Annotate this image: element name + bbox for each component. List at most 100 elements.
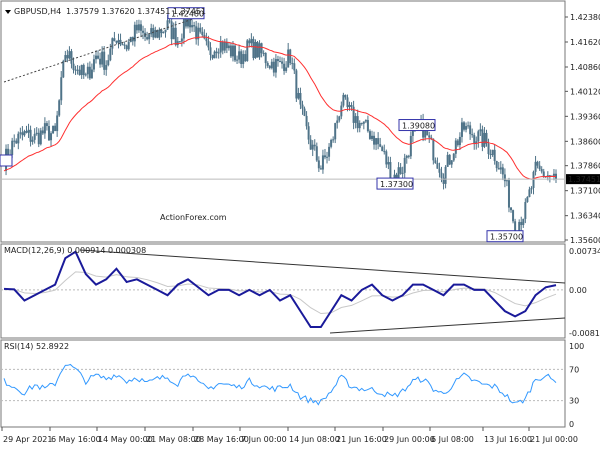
candle-body [477, 131, 480, 142]
candle-body [246, 40, 249, 62]
candle-body [276, 59, 279, 62]
candle-body [23, 131, 26, 136]
candle-body [524, 202, 527, 219]
candle-body [219, 41, 222, 53]
candle-body [229, 45, 232, 57]
x-tick-label: 14 Jun 08:00 [289, 435, 340, 444]
candle-body [528, 189, 531, 198]
candle-body [17, 133, 20, 144]
candle-body [113, 38, 116, 42]
candle-body [25, 131, 28, 133]
candle-body [479, 129, 482, 132]
candle-body [368, 131, 371, 139]
candle-body [381, 146, 384, 152]
candle-body [379, 144, 382, 147]
candle-body [58, 100, 61, 116]
candle-body [473, 135, 476, 144]
candle-body [258, 43, 261, 58]
candle-body [366, 120, 369, 132]
rsi-line [3, 363, 557, 406]
candle-body [438, 168, 441, 173]
candle-body [62, 60, 65, 78]
candle-body [199, 27, 202, 32]
candle-body [170, 21, 173, 40]
candle-body [309, 139, 312, 150]
candle-body [162, 32, 165, 34]
candle-body [227, 45, 230, 49]
candle-body [84, 74, 87, 76]
candle-body [287, 49, 290, 68]
candle-body [444, 166, 447, 184]
candle-body [371, 135, 373, 139]
candle-body [274, 59, 277, 73]
candle-body [244, 54, 247, 62]
candle-body [135, 24, 138, 31]
candle-body [178, 41, 181, 43]
macd-trend-line-lower [329, 317, 566, 334]
price-annotation-box-left [0, 154, 13, 167]
candle-body [336, 120, 339, 124]
candle-body [150, 28, 153, 35]
candle-body [493, 149, 496, 161]
candle-body [356, 116, 359, 129]
candle-body [458, 136, 461, 146]
candle-body [301, 104, 304, 109]
rsi-tick-label: 30 [569, 397, 579, 406]
candle-body [213, 51, 216, 59]
candle-body [487, 143, 490, 155]
candle-body [344, 94, 347, 98]
candle-body [111, 38, 114, 49]
candle-body [364, 120, 367, 122]
candle-body [164, 29, 167, 33]
candle-body [279, 61, 281, 63]
candle-body [538, 165, 541, 170]
macd-tick-label: 0.00 [569, 286, 587, 295]
candle-body [489, 154, 492, 156]
candle-body [330, 139, 333, 147]
candle-body [225, 41, 228, 49]
candle-body [334, 123, 337, 140]
candle-body [11, 140, 14, 155]
x-tick-label: 7 Jun 00:00 [241, 435, 287, 444]
candle-body [92, 59, 95, 70]
candle-body [35, 132, 38, 134]
candle-body [231, 45, 234, 57]
candle-body [74, 69, 77, 71]
candle-body [377, 138, 380, 145]
candle-body [358, 122, 361, 129]
candle-body [266, 63, 269, 66]
x-tick-label: 21 Jun 16:00 [336, 435, 387, 444]
candle-body [469, 125, 472, 135]
candle-body [264, 52, 267, 64]
candle-body [405, 155, 408, 158]
price-tick-label: 1.35600 [570, 236, 600, 245]
macd-trend-line-upper [79, 249, 566, 284]
candle-body [209, 47, 212, 55]
candle-body [142, 30, 145, 33]
candle-body [180, 38, 183, 42]
candle-body [456, 140, 459, 146]
candle-body [86, 66, 89, 75]
candle-body [47, 126, 50, 141]
candle-body [236, 59, 239, 61]
candle-body [346, 97, 349, 108]
rsi-title: RSI(14) 52.8922 [4, 342, 69, 351]
ohlc-values: 1.37579 1.37620 1.37451 1.37451 [66, 7, 206, 16]
candle-body [342, 94, 345, 106]
candle-body [234, 45, 237, 61]
candle-body [260, 43, 263, 54]
candle-body [328, 146, 331, 157]
candle-body [307, 126, 310, 140]
candle-body [383, 151, 386, 153]
candle-body [289, 49, 292, 64]
price-tick-label: 1.37860 [570, 162, 600, 171]
candle-body [552, 173, 555, 176]
candle-body [283, 63, 286, 71]
candle-body [217, 52, 220, 54]
candle-body [250, 38, 253, 44]
chart-canvas: 1.42380 1.41620 1.40860 1.40120 1.39360 1.386… [0, 0, 600, 444]
candle-body [465, 126, 468, 130]
x-tick-label: 29 Apr 2021 [3, 435, 52, 444]
candle-body [452, 153, 455, 161]
candle-body [193, 25, 196, 27]
